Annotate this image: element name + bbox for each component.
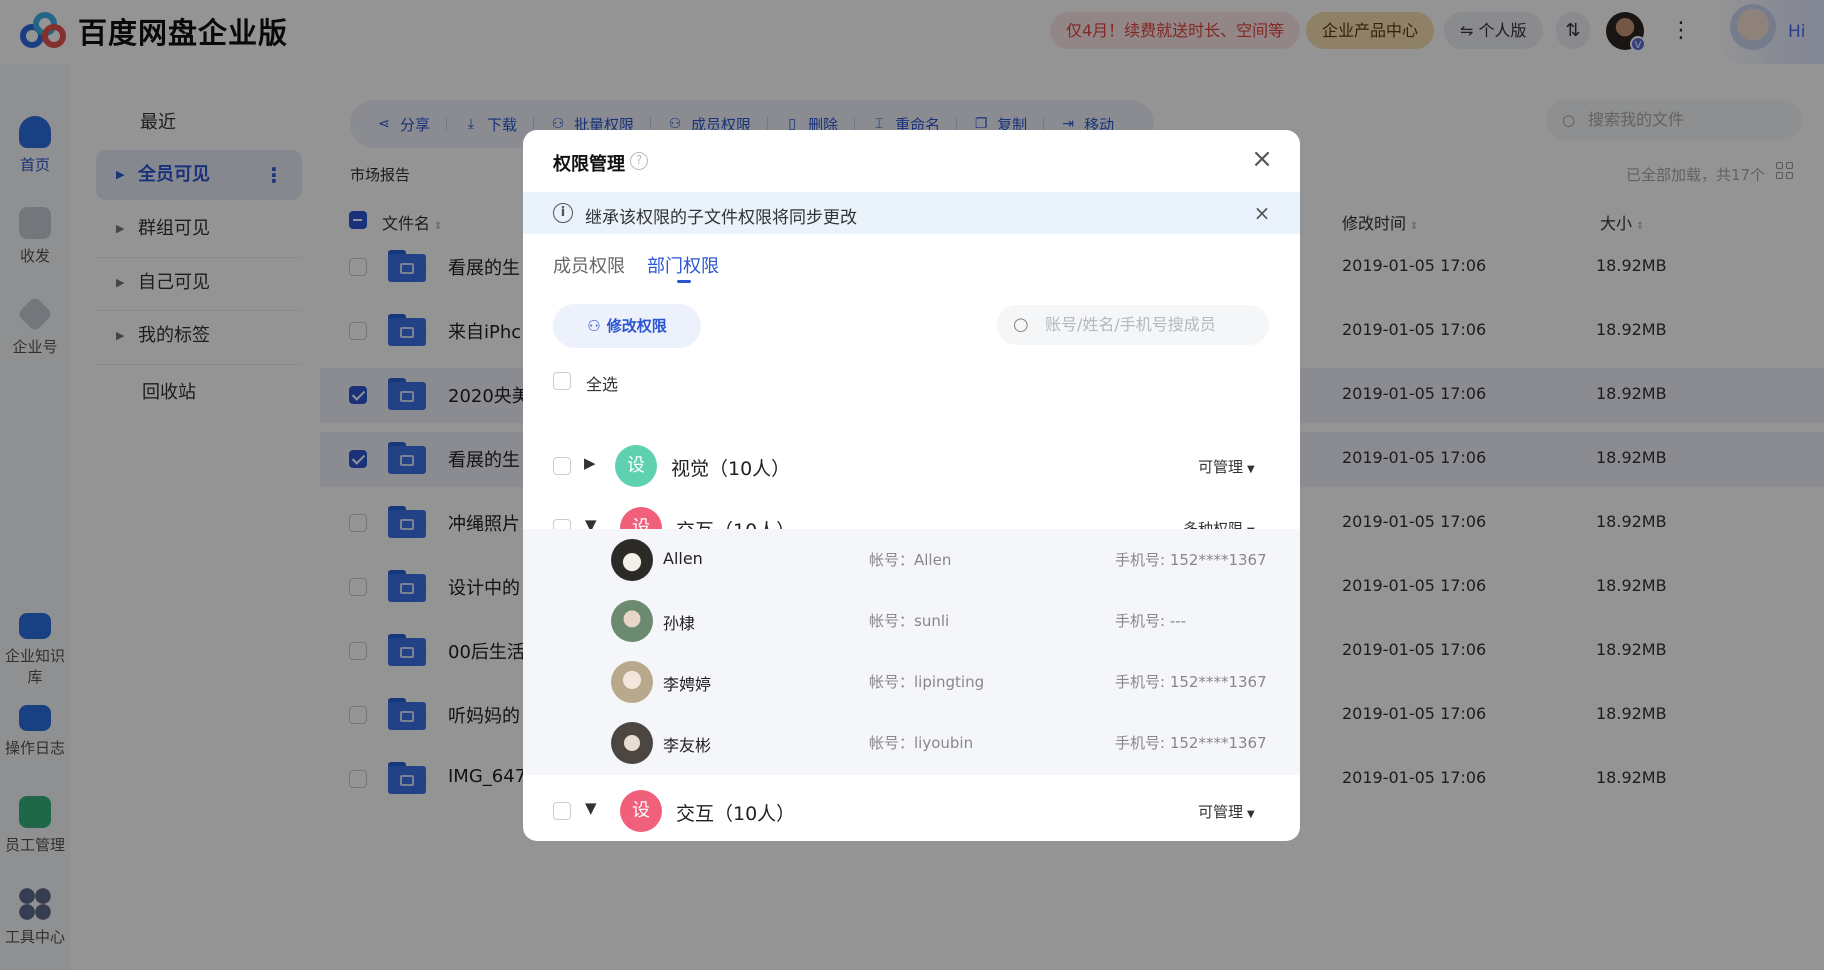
close-notice-button[interactable]: × <box>1247 198 1277 228</box>
department-name: 视觉（10人） <box>671 458 791 480</box>
info-icon: i <box>553 203 573 223</box>
collapse-triangle-icon[interactable]: ▼ <box>585 799 597 817</box>
user-edit-icon: ⚇ <box>587 317 601 335</box>
department-checkbox[interactable] <box>553 802 571 820</box>
member-row[interactable]: Allen 帐号：Allen 手机号: 152****1367 <box>523 529 1300 590</box>
department-row[interactable]: ▶ 设 视觉（10人） 可管理 ▼ <box>523 436 1300 496</box>
member-name: Allen <box>663 549 703 568</box>
avatar <box>611 722 653 764</box>
member-name: 孙棣 <box>663 614 696 633</box>
close-dialog-button[interactable]: × <box>1247 144 1277 174</box>
chevron-down-icon: ▼ <box>1247 464 1255 475</box>
member-account: 帐号：liyoubin <box>869 734 974 752</box>
expand-triangle-icon[interactable]: ▶ <box>584 454 596 472</box>
member-phone: 手机号: 152****1367 <box>1115 551 1267 569</box>
permission-label: 可管理 <box>1198 458 1244 476</box>
permission-dropdown[interactable]: 可管理 ▼ <box>1198 801 1255 822</box>
member-name: 李友彬 <box>663 736 712 755</box>
edit-permission-button[interactable]: ⚇ 修改权限 <box>553 304 701 348</box>
dialog-title: 权限管理 <box>553 154 625 175</box>
department-avatar: 设 <box>615 445 657 487</box>
member-row[interactable]: 李娉婷 帐号：lipingting 手机号: 152****1367 <box>523 651 1300 712</box>
member-row[interactable]: 孙棣 帐号：sunli 手机号: --- <box>523 590 1300 651</box>
member-phone: 手机号: --- <box>1115 612 1187 630</box>
avatar <box>611 539 653 581</box>
permission-dropdown[interactable]: 可管理 ▼ <box>1198 456 1255 477</box>
search-placeholder: 账号/姓名/手机号搜成员 <box>1045 315 1216 334</box>
select-all-label: 全选 <box>586 375 619 394</box>
member-row[interactable]: 李友彬 帐号：liyoubin 手机号: 152****1367 <box>523 712 1300 773</box>
chevron-down-icon: ▼ <box>1247 809 1255 820</box>
inherit-notice: i 继承该权限的子文件权限将同步更改 × <box>523 192 1300 234</box>
avatar <box>611 661 653 703</box>
department-name: 交互（10人） <box>676 803 796 825</box>
member-phone: 手机号: 152****1367 <box>1115 673 1267 691</box>
member-account: 帐号：sunli <box>869 612 950 630</box>
member-account: 帐号：Allen <box>869 551 952 569</box>
active-tab-indicator <box>677 280 691 283</box>
tab-department-permission[interactable]: 部门权限 <box>647 252 719 278</box>
close-icon: × <box>1251 144 1273 174</box>
notice-text: 继承该权限的子文件权限将同步更改 <box>585 208 857 228</box>
member-search-input[interactable]: ○ 账号/姓名/手机号搜成员 <box>997 305 1269 345</box>
member-phone: 手机号: 152****1367 <box>1115 734 1267 752</box>
member-account: 帐号：lipingting <box>869 673 985 691</box>
select-all-checkbox[interactable] <box>553 372 571 390</box>
permission-dialog: 权限管理 ? × i 继承该权限的子文件权限将同步更改 × 成员权限 部门权限 … <box>523 130 1300 841</box>
member-list: Allen 帐号：Allen 手机号: 152****1367 孙棣 帐号：su… <box>523 529 1300 775</box>
department-checkbox[interactable] <box>553 457 571 475</box>
edit-label: 修改权限 <box>606 317 667 335</box>
member-name: 李娉婷 <box>663 675 712 694</box>
department-row[interactable]: ▼ 设 交互（10人） 可管理 ▼ <box>523 781 1300 841</box>
department-avatar: 设 <box>620 790 662 832</box>
search-icon: ○ <box>1013 314 1029 335</box>
avatar <box>611 600 653 642</box>
close-icon: × <box>1253 201 1271 225</box>
permission-label: 可管理 <box>1198 803 1244 821</box>
tab-member-permission[interactable]: 成员权限 <box>553 252 625 278</box>
help-icon[interactable]: ? <box>630 152 648 170</box>
